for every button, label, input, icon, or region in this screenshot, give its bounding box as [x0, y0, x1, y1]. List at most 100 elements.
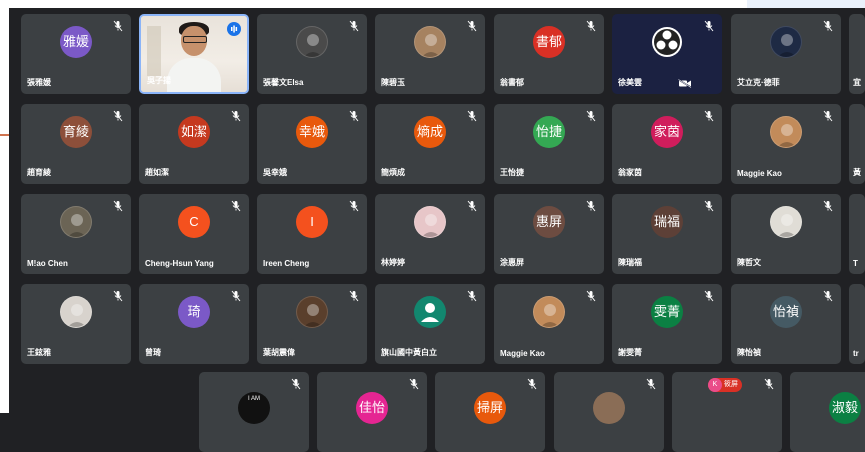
participant-tile[interactable]: 艾立克·德菲 [731, 14, 841, 94]
participant-tile[interactable]: 家茵 翁家茵 [612, 104, 722, 184]
avatar: 惠屏 [533, 206, 565, 238]
participant-tile[interactable]: 怡禎 陳怡禎 [731, 284, 841, 364]
avatar: 佳怡 [356, 392, 388, 424]
browser-top-edge [0, 0, 865, 8]
participant-tile-bottom[interactable]: K 筱屏 [672, 372, 782, 452]
badge-letter: K [708, 378, 722, 392]
participant-tile[interactable]: Maggie Kao [731, 104, 841, 184]
mic-off-icon [704, 20, 714, 32]
participant-tile[interactable]: I Ireen Cheng [257, 194, 367, 274]
profile-photo [414, 26, 446, 58]
participant-tile-bottom[interactable]: 佳怡 [317, 372, 427, 452]
participant-tile[interactable]: 琦曾琦 [139, 284, 249, 364]
participant-tile-bottom[interactable]: I AM [199, 372, 309, 452]
participant-name: 張雅媛 [27, 78, 51, 87]
participant-name: 陳碧玉 [381, 78, 405, 87]
participant-tile[interactable]: 書郁 翁書郁 [494, 14, 604, 94]
avatar: I [296, 206, 328, 238]
mic-off-icon [586, 20, 596, 32]
participant-name: 曾琦 [145, 348, 161, 357]
mic-off-icon [586, 290, 596, 302]
participant-name: 陳怡禎 [737, 348, 761, 357]
participant-name: Ireen Cheng [263, 259, 310, 268]
participant-tile[interactable]: M!ao Chen [21, 194, 131, 274]
participant-tile[interactable]: 雅媛 張雅媛 [21, 14, 131, 94]
mic-off-icon [704, 110, 714, 122]
mic-off-icon [704, 200, 714, 212]
profile-photo [296, 26, 328, 58]
profile-photo [770, 206, 802, 238]
avatar: 雯菁 [651, 296, 683, 328]
mic-off-icon [467, 20, 477, 32]
mic-off-icon [586, 200, 596, 212]
participant-name: 謝雯菁 [618, 348, 642, 357]
participant-name: Maggie Kao [737, 169, 782, 178]
participant-tile[interactable]: 怡捷 王怡捷 [494, 104, 604, 184]
profile-photo [533, 296, 565, 328]
avatar: 怡捷 [533, 116, 565, 148]
participant-tile[interactable]: 王鉉雅 [21, 284, 131, 364]
video-bg-plant [147, 26, 161, 76]
avatar: 育綾 [60, 116, 92, 148]
participant-name: 趙育綾 [27, 168, 51, 177]
avatar: 家茵 [651, 116, 683, 148]
participant-tile[interactable]: 黃 [849, 104, 865, 184]
mic-off-icon [646, 378, 656, 390]
participant-tile[interactable]: 陳哲文 [731, 194, 841, 274]
mic-off-icon [349, 200, 359, 212]
participant-tile[interactable]: 瑞福 陳瑞福 [612, 194, 722, 274]
participant-tile[interactable]: 如潔 趙如潔 [139, 104, 249, 184]
participant-name: 林婷婷 [381, 258, 405, 267]
participant-name: 王鉉雅 [27, 348, 51, 357]
participant-tile[interactable]: 林婷婷 [375, 194, 485, 274]
participant-name: Cheng-Hsun Yang [145, 259, 214, 268]
participant-tile[interactable]: 旗山國中黃白立 [375, 284, 485, 364]
mic-off-icon [409, 378, 419, 390]
avatar: 琦 [178, 296, 210, 328]
participant-tile-bottom[interactable]: 掃屏 [435, 372, 545, 452]
participant-name: T [853, 259, 858, 268]
mic-off-icon [349, 20, 359, 32]
mic-off-icon [467, 290, 477, 302]
avatar: 淑毅 [829, 392, 861, 424]
participant-tile[interactable]: 幸娥 吳幸娥 [257, 104, 367, 184]
mic-off-icon [586, 110, 596, 122]
profile-photo [770, 116, 802, 148]
participant-name: 黃 [853, 168, 861, 177]
participant-name: 張馨文Elsa [263, 78, 304, 87]
obs-logo-icon [652, 27, 682, 57]
participant-tile[interactable]: 徐美雲 [612, 14, 722, 94]
participant-tile[interactable]: Maggie Kao [494, 284, 604, 364]
participant-tile-bottom[interactable] [554, 372, 664, 452]
participant-tile[interactable]: 惠屏 涂惠屏 [494, 194, 604, 274]
participant-tile[interactable]: 吳子揚 [139, 14, 249, 94]
participant-tile[interactable]: 陳碧玉 [375, 14, 485, 94]
participant-tile[interactable]: 雯菁謝雯菁 [612, 284, 722, 364]
participant-tile[interactable]: 葉胡震偉 [257, 284, 367, 364]
avatar: C [178, 206, 210, 238]
participant-name: 簡煩成 [381, 168, 405, 177]
participant-name: 趙如潔 [145, 168, 169, 177]
participant-tile[interactable]: 宜 [849, 14, 865, 94]
participant-name: M!ao Chen [27, 259, 68, 268]
avatar: 書郁 [533, 26, 565, 58]
participant-tile[interactable]: 張馨文Elsa [257, 14, 367, 94]
mic-off-icon [113, 290, 123, 302]
badge-text: 筱屏 [724, 381, 738, 388]
participant-tile[interactable]: 熵成 簡煩成 [375, 104, 485, 184]
participant-name: 旗山國中黃白立 [381, 348, 437, 357]
participant-tile-bottom[interactable]: 淑毅 [790, 372, 865, 452]
mic-off-icon [467, 110, 477, 122]
mic-off-icon [823, 20, 833, 32]
mic-off-icon [823, 110, 833, 122]
participant-tile[interactable]: 育綾趙育綾 [21, 104, 131, 184]
participant-tile[interactable]: C Cheng-Hsun Yang [139, 194, 249, 274]
participant-name: 艾立克·德菲 [737, 78, 780, 87]
profile-photo [414, 206, 446, 238]
mic-off-icon [823, 290, 833, 302]
participant-tile[interactable]: tr [849, 284, 865, 364]
mic-off-icon [764, 378, 774, 390]
participant-name: Maggie Kao [500, 349, 545, 358]
participant-tile[interactable]: T [849, 194, 865, 274]
annotation-arrow [0, 134, 9, 136]
